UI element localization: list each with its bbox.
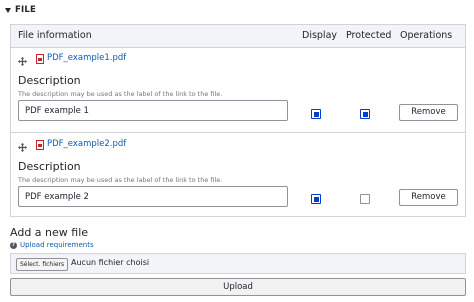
upload-requirements-link[interactable]: Upload requirements: [20, 241, 94, 249]
file-link[interactable]: PDF_example1.pdf: [47, 53, 126, 63]
protected-checkbox[interactable]: [360, 109, 370, 119]
question-icon: ?: [10, 241, 17, 249]
files-table: File information Display Protected Opera…: [10, 24, 466, 217]
upload-button[interactable]: Upload: [10, 278, 466, 296]
header-file-information: File information: [18, 30, 92, 41]
no-file-chosen-text: Aucun fichier choisi: [71, 258, 150, 267]
description-help: The description may be used as the label…: [18, 90, 223, 98]
section-toggle[interactable]: FILE: [5, 3, 36, 17]
description-help: The description may be used as the label…: [18, 176, 223, 184]
header-protected: Protected: [346, 30, 392, 41]
description-label: Description: [18, 74, 81, 87]
file-link[interactable]: PDF_example2.pdf: [47, 139, 126, 149]
table-row: PDF_example1.pdf Description The descrip…: [11, 47, 465, 132]
remove-button[interactable]: Remove: [399, 104, 458, 121]
section-title: FILE: [15, 5, 36, 15]
header-operations: Operations: [400, 30, 453, 41]
triangle-down-icon: [5, 8, 11, 13]
protected-checkbox[interactable]: [360, 194, 370, 204]
drag-handle-icon[interactable]: [18, 143, 27, 152]
header-display: Display: [302, 30, 338, 41]
description-input[interactable]: [18, 186, 288, 207]
browse-button[interactable]: Sélect. fichiers: [16, 258, 69, 271]
description-input[interactable]: [18, 100, 288, 121]
description-label: Description: [18, 160, 81, 173]
add-file-title: Add a new file: [10, 226, 89, 239]
display-checkbox[interactable]: [311, 109, 321, 119]
display-checkbox[interactable]: [311, 194, 321, 204]
remove-button[interactable]: Remove: [399, 189, 458, 206]
drag-handle-icon[interactable]: [18, 57, 27, 66]
pdf-file-icon: [36, 140, 44, 150]
table-header: File information Display Protected Opera…: [11, 25, 465, 48]
file-select-field[interactable]: Sélect. fichiers Aucun fichier choisi: [10, 253, 466, 274]
upload-requirements: ? Upload requirements: [10, 240, 94, 250]
pdf-file-icon: [36, 54, 44, 64]
table-row: PDF_example2.pdf Description The descrip…: [11, 132, 465, 218]
